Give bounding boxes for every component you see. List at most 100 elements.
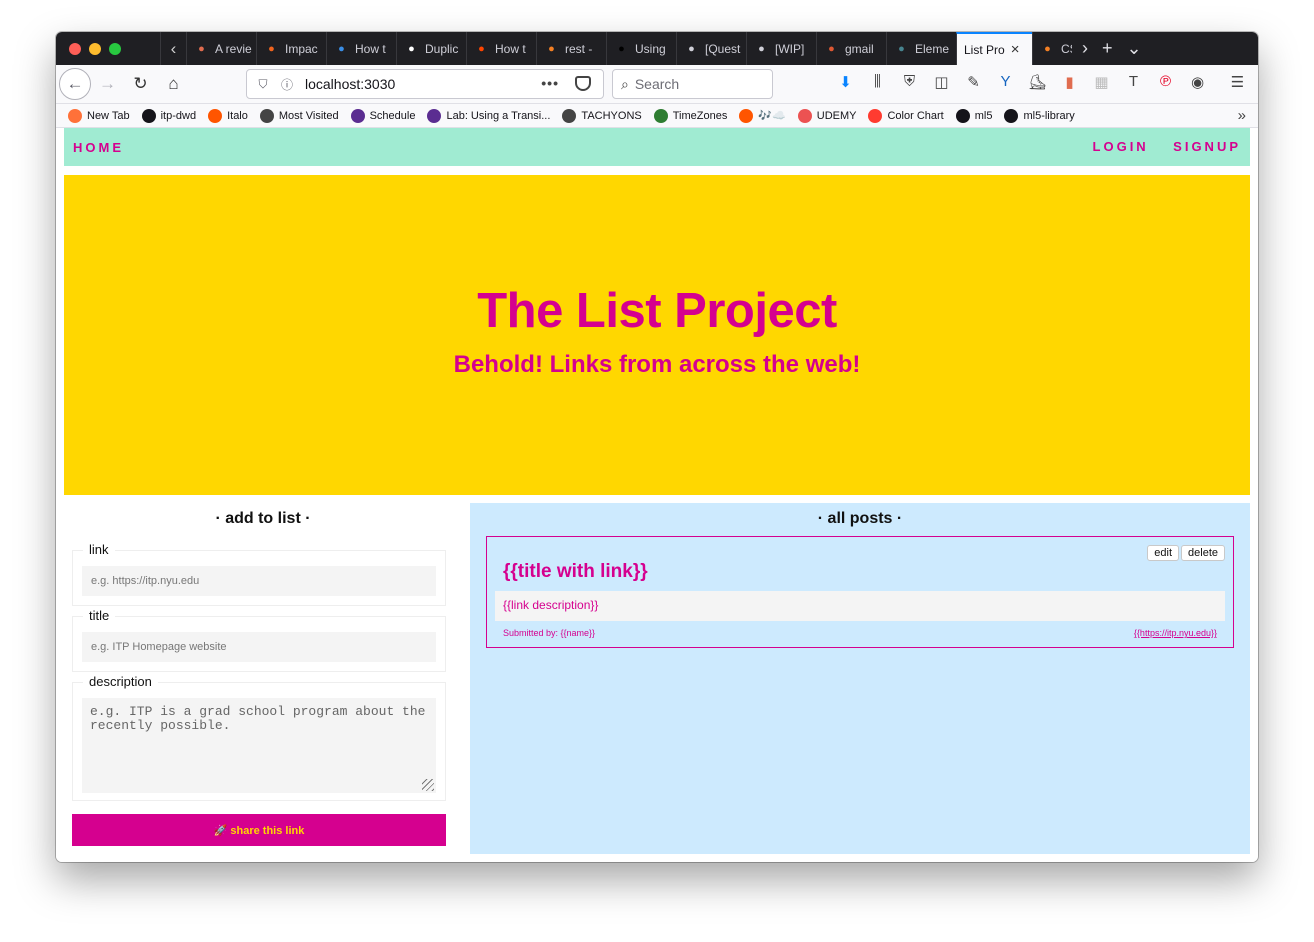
bookmarks-overflow-icon[interactable]: » — [1238, 107, 1246, 124]
close-tab-icon[interactable]: × — [1011, 41, 1020, 58]
all-posts-section: · all posts · {{title with link}} edit d… — [470, 503, 1250, 854]
menu-icon[interactable]: ☰ — [1228, 72, 1247, 91]
bookmark-item[interactable]: 🎶☁️ — [739, 108, 786, 123]
pocket-icon[interactable] — [575, 76, 591, 91]
minimize-window-button[interactable] — [89, 42, 101, 55]
reddit-icon: ● — [478, 42, 485, 55]
nav-right: LOGIN SIGNUP — [1073, 138, 1241, 156]
back-button[interactable]: ← — [59, 68, 91, 100]
url-text[interactable]: localhost:3030 — [305, 76, 395, 92]
extension-shoe-icon[interactable]: ⛸ — [1028, 72, 1047, 91]
extension-shield-icon[interactable]: ⛨ — [900, 72, 919, 91]
bookmark-item[interactable]: TimeZones — [653, 108, 728, 123]
bookmark-item[interactable]: itp-dwd — [141, 108, 196, 123]
nav-home-link[interactable]: HOME — [73, 140, 124, 155]
nav-signup-link[interactable]: SIGNUP — [1173, 139, 1241, 154]
tab[interactable]: ● [WIP] — [746, 32, 816, 65]
bookmark-item[interactable]: ml5-library — [1004, 108, 1075, 123]
tab-label: [WIP] — [775, 41, 805, 56]
reload-button[interactable]: ↻ — [124, 68, 157, 101]
delete-post-button[interactable]: delete — [1181, 545, 1225, 561]
resize-handle-icon[interactable] — [422, 779, 434, 791]
pinterest-icon[interactable]: ℗ — [1156, 72, 1175, 91]
search-bar[interactable]: ⌕ Search — [612, 69, 773, 99]
tab[interactable]: ● Eleme — [886, 32, 956, 65]
bookmark-item[interactable]: Schedule — [350, 108, 415, 123]
duckduckgo-icon: ● — [828, 42, 835, 55]
bookmark-item[interactable]: UDEMY — [797, 108, 857, 123]
itp-icon — [350, 108, 365, 123]
tab[interactable]: ● A revie — [186, 32, 256, 65]
bookmark-item[interactable]: ml5 — [955, 108, 992, 123]
tab[interactable]: ● Impac — [256, 32, 326, 65]
post-title-link[interactable]: {{title with link}} — [503, 561, 648, 583]
bookmark-label: UDEMY — [816, 109, 857, 122]
tracking-shield-icon[interactable]: ⛉ — [255, 77, 271, 92]
tab-label: [Quest — [705, 41, 741, 56]
nav-login-link[interactable]: LOGIN — [1093, 139, 1149, 154]
tab[interactable]: ● CS — [1032, 32, 1072, 65]
account-icon[interactable]: ◉ — [1188, 72, 1207, 91]
bookmark-item[interactable]: TACHYONS — [562, 108, 642, 123]
list-all-tabs-icon[interactable]: ⌄ — [1127, 38, 1142, 59]
bookmark-item[interactable]: Color Chart — [868, 108, 944, 123]
address-bar[interactable]: ⛉ ⓘ localhost:3030 ••• — [246, 69, 604, 99]
extension-t-icon[interactable]: T — [1124, 72, 1143, 91]
tab-label: How t — [355, 41, 386, 56]
scroll-tabs-right-icon[interactable]: › — [1082, 38, 1088, 59]
download-icon[interactable]: ⬇ — [836, 72, 855, 91]
all-posts-heading: · all posts · — [817, 510, 903, 527]
tab[interactable]: ● rest - — [536, 32, 606, 65]
bookmark-label: TimeZones — [672, 109, 728, 122]
description-textarea[interactable]: e.g. ITP is a grad school program about … — [82, 698, 436, 793]
bookmark-label: New Tab — [87, 109, 130, 122]
title-input[interactable]: e.g. ITP Homepage website — [82, 632, 436, 662]
new-tab-icon[interactable]: + — [1102, 38, 1113, 59]
tab[interactable]: ● How t — [326, 32, 396, 65]
bookmark-item[interactable]: Lab: Using a Transi... — [427, 108, 550, 123]
tab[interactable]: ● [Quest — [676, 32, 746, 65]
close-window-button[interactable] — [69, 42, 81, 55]
post-url-link[interactable]: {{https://itp.nyu.edu}} — [1134, 628, 1217, 638]
home-button[interactable]: ⌂ — [157, 68, 190, 101]
link-input[interactable]: e.g. https://itp.nyu.edu — [82, 566, 436, 596]
bookmark-item[interactable]: New Tab — [68, 108, 130, 123]
tab[interactable]: ● Using — [606, 32, 676, 65]
hero-subtitle: Behold! Links from across the web! — [453, 351, 861, 378]
tab-active[interactable]: List Pro × — [956, 32, 1032, 65]
scroll-tabs-left-button[interactable]: ‹ — [160, 32, 186, 65]
color-chart-icon — [868, 108, 883, 123]
link-placeholder: e.g. https://itp.nyu.edu — [91, 575, 200, 587]
tab[interactable]: ● How t — [466, 32, 536, 65]
bookmark-item[interactable]: Italo — [208, 108, 248, 123]
share-link-button[interactable]: 🚀 share this link — [72, 814, 446, 846]
tab[interactable]: ● Duplic — [396, 32, 466, 65]
eyedropper-icon[interactable]: ✎ — [964, 72, 983, 91]
browser-window: ‹ ● A revie ● Impac ● How t ● Duplic ● How t ● rest… — [56, 32, 1258, 862]
hero-title: The List Project — [477, 284, 837, 338]
github-icon: ● — [758, 42, 765, 55]
vue-devtools-icon[interactable]: Y — [996, 72, 1015, 91]
page-actions-icon[interactable]: ••• — [541, 75, 559, 91]
tab-label: Using — [635, 41, 666, 56]
post-description: {{link description}} — [495, 591, 1225, 621]
zoom-window-button[interactable] — [109, 42, 121, 55]
bookmark-label: TACHYONS — [581, 109, 642, 122]
edit-post-button[interactable]: edit — [1147, 545, 1180, 561]
site-info-icon[interactable]: ⓘ — [279, 76, 295, 93]
description-fieldset: description e.g. ITP is a grad school pr… — [72, 674, 446, 801]
bookmarks-toolbar: New Tab itp-dwd Italo Most Visited Schedule L… — [56, 104, 1258, 128]
toolbar-icons: ⬇ ⫼ ⛨ ◫ ✎ Y ⛸ ▮ ▦ T ℗ ◉ ☰ — [836, 72, 1247, 91]
extension-battery-icon[interactable]: ▮ — [1060, 72, 1079, 91]
tab[interactable]: ● gmail — [816, 32, 886, 65]
sidebar-icon[interactable]: ◫ — [932, 72, 951, 91]
bookmark-label: Color Chart — [887, 109, 944, 122]
firefox-icon — [68, 108, 82, 123]
notion-icon: ● — [408, 42, 415, 55]
extension-grid-icon[interactable]: ▦ — [1092, 72, 1111, 91]
tab-label: How t — [495, 41, 526, 56]
forward-button[interactable]: → — [91, 68, 124, 101]
soundcloud-icon — [208, 108, 223, 123]
bookmark-item[interactable]: Most Visited — [259, 108, 339, 123]
library-icon[interactable]: ⫼ — [868, 72, 887, 91]
